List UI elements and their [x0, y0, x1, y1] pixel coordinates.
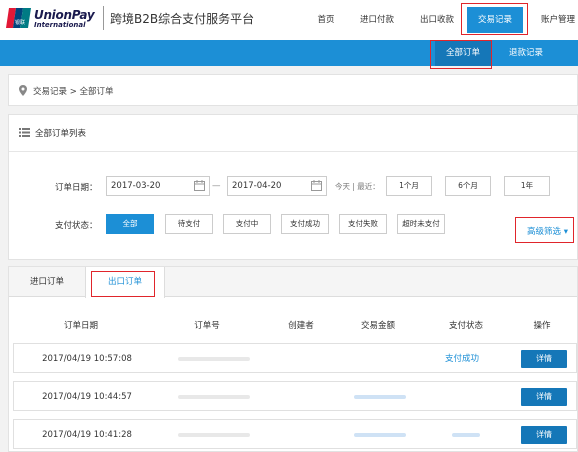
- highlight-box-nav: [461, 3, 528, 35]
- redacted-amount: [354, 433, 406, 437]
- range-1-year-button[interactable]: 1年: [504, 176, 550, 196]
- status-failed-button[interactable]: 支付失败: [339, 214, 387, 234]
- location-pin-icon: [19, 85, 27, 96]
- redacted-amount: [354, 395, 406, 399]
- redacted-order-number: [178, 357, 250, 361]
- redacted-order-number: [178, 433, 250, 437]
- order-date-cell: 2017/04/19 10:57:08: [42, 354, 132, 364]
- order-date-cell: 2017/04/19 10:44:57: [42, 392, 132, 402]
- section-title: 全部订单列表: [35, 129, 87, 139]
- range-1-month-button[interactable]: 1个月: [386, 176, 432, 196]
- list-icon: [19, 128, 30, 137]
- date-from-value: 2017-03-20: [111, 181, 161, 191]
- svg-text:银联: 银联: [15, 19, 25, 26]
- nav-account-management[interactable]: 账户管理: [530, 0, 578, 40]
- nav-home[interactable]: 首页: [308, 0, 344, 40]
- status-success-button[interactable]: 支付成功: [281, 214, 329, 234]
- order-date-cell: 2017/04/19 10:41:28: [42, 430, 132, 440]
- calendar-icon[interactable]: [194, 180, 205, 191]
- orders-panel: 进口订单 出口订单 订单日期 订单号 创建者 交易金额 支付状态 操作 2017…: [8, 266, 578, 452]
- quick-range-label: 今天 | 最近：: [335, 182, 380, 191]
- col-header-amount: 交易金额: [360, 321, 395, 331]
- date-to-input[interactable]: 2017-04-20: [227, 176, 327, 196]
- payment-status-label: 支付状态：: [55, 221, 98, 231]
- section-divider: [9, 151, 577, 152]
- col-header-payment-status: 支付状态: [448, 321, 483, 331]
- logo-main-text: UnionPay: [34, 8, 95, 22]
- nav-import-payment[interactable]: 进口付款: [352, 0, 402, 40]
- date-to-value: 2017-04-20: [232, 181, 282, 191]
- payment-status-cell[interactable]: 支付成功: [432, 344, 492, 374]
- highlight-box-advanced: [515, 217, 574, 243]
- status-processing-button[interactable]: 支付中: [223, 214, 271, 234]
- redacted-status: [452, 433, 480, 437]
- table-row: 2017/04/19 10:44:57 详情: [13, 381, 577, 411]
- logo-sub-text: International: [34, 21, 86, 29]
- site-title: 跨境B2B综合支付服务平台: [110, 12, 255, 26]
- col-header-order-number: 订单号: [194, 321, 220, 331]
- table-row: 2017/04/19 10:41:28 详情: [13, 419, 577, 449]
- highlight-box-tab: [91, 271, 155, 297]
- detail-button[interactable]: 详情: [521, 350, 567, 368]
- col-header-creator: 创建者: [288, 321, 314, 331]
- range-6-months-button[interactable]: 6个月: [445, 176, 491, 196]
- nav-export-receipt[interactable]: 出口收款: [412, 0, 462, 40]
- subnav-refund-records[interactable]: 退款记录: [498, 40, 554, 66]
- highlight-box-subnav: [430, 40, 492, 69]
- date-separator: —: [212, 181, 221, 191]
- detail-button[interactable]: 详情: [521, 388, 567, 406]
- unionpay-logo[interactable]: 银联 UnionPay International: [6, 6, 96, 32]
- unionpay-logo-mark: 银联: [6, 8, 31, 28]
- status-all-button[interactable]: 全部: [106, 214, 154, 234]
- tab-import-orders[interactable]: 进口订单: [9, 267, 85, 297]
- top-header: 银联 UnionPay International 跨境B2B综合支付服务平台 …: [0, 0, 578, 40]
- date-from-input[interactable]: 2017-03-20: [106, 176, 210, 196]
- col-header-order-date: 订单日期: [63, 321, 98, 331]
- redacted-order-number: [178, 395, 250, 399]
- calendar-icon[interactable]: [311, 180, 322, 191]
- status-timeout-button[interactable]: 超时未支付: [397, 214, 445, 234]
- detail-button[interactable]: 详情: [521, 426, 567, 444]
- status-pending-button[interactable]: 待支付: [165, 214, 213, 234]
- order-filter-panel: 全部订单列表 订单日期： 2017-03-20 — 2017-04-20 今天 …: [8, 114, 578, 260]
- order-date-label: 订单日期：: [55, 183, 98, 193]
- breadcrumb-text: 交易记录 > 全部订单: [33, 87, 114, 97]
- header-divider: [103, 6, 104, 30]
- col-header-action: 操作: [533, 321, 551, 331]
- breadcrumb: 交易记录 > 全部订单: [8, 74, 578, 106]
- table-row: 2017/04/19 10:57:08 支付成功 详情: [13, 343, 577, 373]
